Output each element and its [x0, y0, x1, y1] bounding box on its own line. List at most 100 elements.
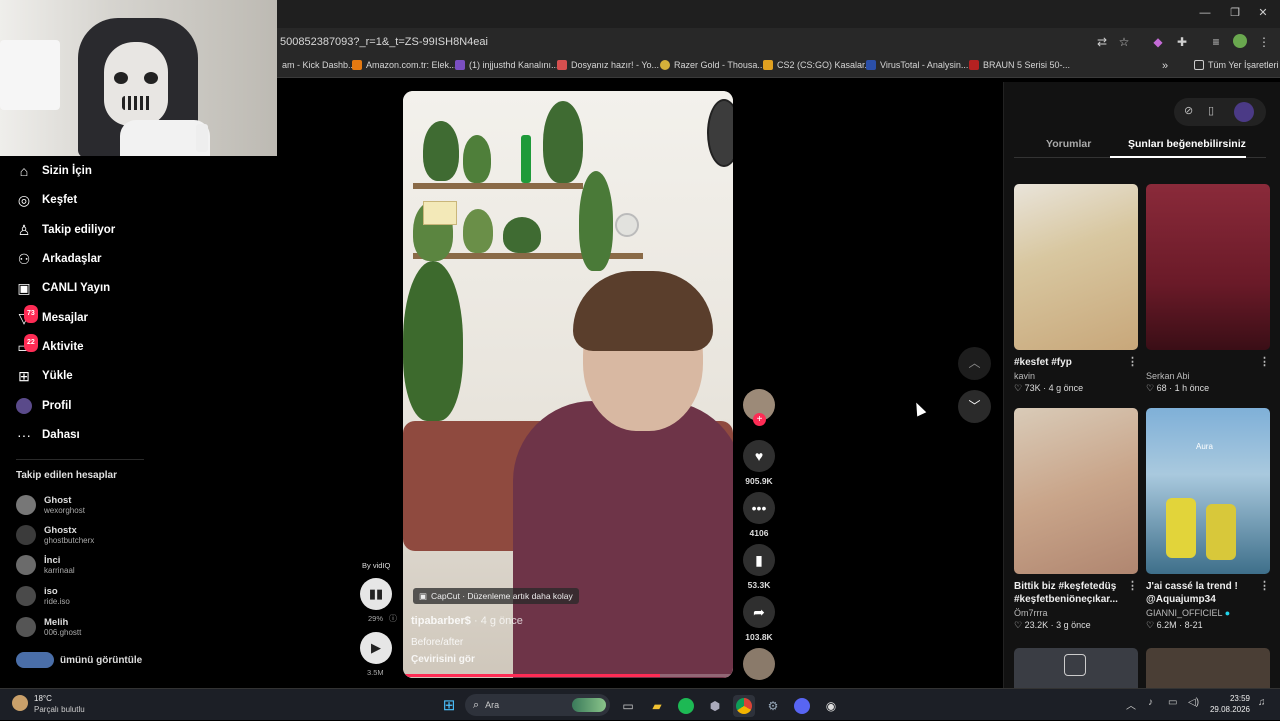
weather-desc[interactable]: Parçalı bulutlu: [34, 705, 85, 714]
follow-plus-icon[interactable]: +: [753, 413, 766, 426]
tray-chevron-icon[interactable]: ︿: [1126, 697, 1136, 712]
video-thumbnail[interactable]: [1146, 184, 1270, 350]
task-view-icon[interactable]: ▭: [617, 695, 639, 717]
bookmark-item[interactable]: CS2 (CS:GO) Kasalar...: [763, 60, 872, 70]
sound-avatar[interactable]: [743, 648, 775, 680]
card-stats: ♡ 73K · 4 g önce: [1014, 383, 1084, 393]
chevron-down-icon: ﹀: [968, 399, 981, 413]
bookmark-item[interactable]: Dosyanız hazır! - Yo...: [557, 60, 659, 70]
volume-icon[interactable]: ◁): [1188, 697, 1199, 708]
nav-more[interactable]: ··· Dahası: [16, 423, 80, 447]
bookmark-item[interactable]: am - Kick Dashb...: [282, 60, 356, 70]
panel-toolbar: ⊘ ▯: [1174, 98, 1266, 126]
profile-avatar-icon[interactable]: [1232, 34, 1248, 50]
bookmark-item[interactable]: Razer Gold - Thousa...: [660, 60, 765, 70]
minimize-icon[interactable]: —: [1198, 6, 1212, 20]
translate-icon[interactable]: ⇄: [1094, 34, 1110, 50]
extension-icon[interactable]: ◆: [1150, 34, 1166, 50]
windows-start-icon[interactable]: ⊞: [438, 695, 460, 717]
followed-account[interactable]: Ghost wexorghost: [16, 492, 85, 518]
all-bookmarks[interactable]: Tüm Yer İşaretleri: [1194, 60, 1279, 70]
save-button[interactable]: ▮ 53.3K: [743, 544, 775, 590]
nav-live[interactable]: ▣ CANLI Yayın: [16, 276, 110, 300]
nav-profile[interactable]: Profil: [16, 394, 71, 418]
vidiq-stats-button[interactable]: ▮▮: [360, 578, 392, 610]
heart-outline-icon: ♡: [1146, 383, 1155, 393]
bookmark-item[interactable]: BRAUN 5 Serisi 50-...: [969, 60, 1070, 70]
followed-account[interactable]: Melih 006.ghostt: [16, 614, 81, 640]
microphone-icon[interactable]: ♪: [1148, 697, 1153, 708]
play-button[interactable]: ▶: [360, 632, 392, 664]
nav-explore[interactable]: ◎ Keşfet: [16, 188, 77, 212]
video-thumbnail[interactable]: Aura: [1146, 408, 1270, 574]
bookmark-item[interactable]: (1) injjusthd Kanalını...: [455, 60, 559, 70]
user-avatar-icon[interactable]: [1234, 102, 1254, 122]
video-thumbnail[interactable]: [1014, 648, 1138, 688]
capcut-banner[interactable]: ▣ CapCut · Düzenleme artık daha kolay: [413, 588, 579, 604]
followed-account[interactable]: İnci karrinaal: [16, 552, 75, 578]
bookmarks-overflow-icon[interactable]: »: [1162, 60, 1168, 72]
menu-kebab-icon[interactable]: ⋮: [1256, 34, 1272, 50]
followed-account[interactable]: Ghostx ghostbutcherx: [16, 522, 94, 548]
app-icon[interactable]: ⬢: [704, 695, 726, 717]
bookmark-item[interactable]: Amazon.com.tr: Elek...: [352, 60, 457, 70]
discord-icon[interactable]: [791, 695, 813, 717]
nav-friends[interactable]: ⚇ Arkadaşlar: [16, 247, 102, 271]
weather-temp[interactable]: 18°C: [34, 694, 52, 703]
kebab-icon[interactable]: ⋮: [1259, 356, 1270, 369]
previous-video-button[interactable]: ︿: [958, 347, 991, 380]
puzzle-icon[interactable]: ✚: [1174, 34, 1190, 50]
next-video-button[interactable]: ﹀: [958, 390, 991, 423]
weather-icon[interactable]: [12, 695, 28, 711]
followed-account[interactable]: iso ride.iso: [16, 583, 70, 609]
windows-taskbar: 18°C Parçalı bulutlu ⊞ ⌕ Ara ▭ ▰ ⬢ ⚙ ◉ ︿…: [0, 688, 1280, 720]
kebab-icon[interactable]: ⋮: [1127, 356, 1138, 369]
comment-button[interactable]: ••• 4106: [743, 492, 775, 538]
taskbar-search[interactable]: ⌕ Ara: [465, 694, 610, 716]
card-stats: ♡ 23.2K · 3 g önce: [1014, 620, 1091, 630]
nav-messages[interactable]: ▽73Mesajlar: [16, 305, 88, 330]
suggested-video-card[interactable]: ⋮ Serkan Abi ♡ 68 · 1 h önce: [1146, 184, 1270, 394]
spotify-icon[interactable]: [675, 695, 697, 717]
notification-bell-icon[interactable]: ♫: [1258, 697, 1266, 708]
media-icon[interactable]: ≡: [1208, 34, 1224, 50]
see-all-link[interactable]: ümünü görüntüle: [16, 651, 146, 669]
share-button[interactable]: ➦ 103.8K: [743, 596, 775, 642]
star-icon[interactable]: ☆: [1116, 34, 1132, 50]
compass-icon[interactable]: ⊘: [1184, 104, 1193, 117]
tab-comments[interactable]: Yorumlar: [1046, 138, 1091, 150]
steam-icon[interactable]: ⚙: [762, 695, 784, 717]
video-player[interactable]: ▣ CapCut · Düzenleme artık daha kolay tip…: [403, 91, 733, 678]
messages-icon: ▽73: [16, 305, 38, 326]
close-icon[interactable]: ✕: [1256, 6, 1270, 20]
nav-upload[interactable]: ⊞ Yükle: [16, 364, 73, 388]
file-explorer-icon[interactable]: ▰: [646, 695, 668, 717]
video-thumbnail[interactable]: [1014, 184, 1138, 350]
suggested-video-card[interactable]: #kesfet #fyp ⋮ kavin ♡ 73K · 4 g önce: [1014, 184, 1138, 394]
clock-time[interactable]: 23:59: [1226, 694, 1250, 703]
tab-suggested[interactable]: Şunları beğenebilirsiniz: [1128, 138, 1246, 150]
url-text[interactable]: 500852387093?_r=1&_t=ZS-99ISH8N4eai: [280, 36, 488, 48]
kebab-icon[interactable]: ⋮: [1259, 580, 1270, 593]
network-icon[interactable]: ▭: [1168, 697, 1177, 708]
video-progress-bar[interactable]: [403, 674, 733, 677]
creator-avatar-button[interactable]: +: [743, 389, 775, 429]
kebab-icon[interactable]: ⋮: [1127, 580, 1138, 593]
suggested-video-card[interactable]: Bittik biz #keşfetedüş #keşfetbeniöneçık…: [1014, 408, 1138, 631]
see-translation-link[interactable]: Çevirisini gör: [411, 654, 475, 665]
phone-icon[interactable]: ▯: [1208, 104, 1214, 117]
suggested-video-card[interactable]: Aura J'ai cassé la trend ! @Aquajump34 ⋮ …: [1146, 408, 1270, 631]
nav-activity[interactable]: ▭22Aktivite: [16, 334, 84, 359]
video-thumbnail[interactable]: [1014, 408, 1138, 574]
chrome-icon[interactable]: [733, 695, 755, 717]
nav-for-you[interactable]: ⌂ Sizin İçin: [16, 159, 92, 183]
restore-icon[interactable]: ❐: [1228, 6, 1242, 20]
clock-date[interactable]: 29.08.2026: [1208, 705, 1250, 714]
like-button[interactable]: ♥ 905.9K: [743, 440, 775, 486]
bookmark-item[interactable]: VirusTotal - Analysin...: [866, 60, 968, 70]
video-author[interactable]: tipabarber$ · 4 g önce: [411, 615, 523, 627]
info-icon[interactable]: ⓘ: [389, 613, 397, 624]
video-thumbnail[interactable]: [1146, 648, 1270, 688]
obs-icon[interactable]: ◉: [820, 695, 842, 717]
nav-following[interactable]: ♙ Takip ediliyor: [16, 218, 116, 242]
